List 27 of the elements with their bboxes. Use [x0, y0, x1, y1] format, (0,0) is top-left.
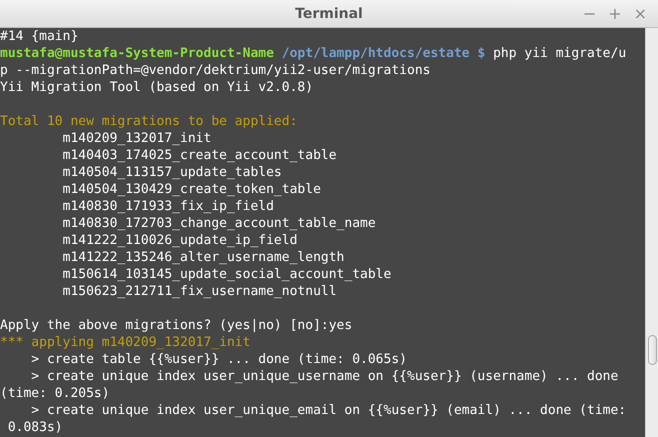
terminal-line: *** applying m140209_132017_init	[0, 335, 250, 350]
terminal-line: m141222_135246_alter_username_length	[62, 250, 344, 265]
scrollbar-thumb[interactable]	[648, 335, 656, 365]
terminal-line: m150623_212711_fix_username_notnull	[62, 284, 337, 299]
terminal-line: mustafa@mustafa-System-Product-Name /opt/lampp/htdocs/estate $ php yii migrate/u	[0, 46, 626, 61]
terminal-line: m141222_110026_update_ip_field	[62, 233, 298, 248]
terminal-line: m140830_172703_change_account_table_name	[62, 216, 376, 231]
terminal-line: p --migrationPath=@vendor/dektrium/yii2-user/migrations	[0, 63, 430, 78]
terminal-line: > create unique index user_unique_email on {{%user}} (email) ... done (time:	[30, 403, 626, 418]
window-control-button[interactable]: −	[580, 5, 600, 23]
terminal-line: m140504_113157_update_tables	[62, 165, 282, 180]
window-control-button[interactable]: ×	[630, 5, 650, 23]
terminal-line: m140504_130429_create_token_table	[62, 182, 321, 197]
window-control-button[interactable]: +	[605, 5, 625, 23]
terminal-line: > create unique index user_unique_username on {{%user}} (username) ... done	[30, 369, 618, 384]
window-title: Terminal	[295, 6, 363, 22]
terminal-line: Yii Migration Tool (based on Yii v2.0.8)	[0, 80, 314, 95]
terminal-line: > create table {{%user}} ... done (time: 0.065s)	[30, 352, 407, 367]
terminal-line: m140209_132017_init	[62, 131, 212, 146]
terminal-line: 0.083s)	[6, 420, 63, 435]
terminal-line: (time: 0.205s)	[0, 386, 110, 401]
terminal-line: m140403_174025_create_account_table	[62, 148, 337, 163]
terminal-line: Total 10 new migrations to be applied:	[0, 114, 298, 129]
terminal-line: m150614_103145_update_social_account_table	[62, 267, 392, 282]
terminal-line: m140830_171933_fix_ip_field	[62, 199, 274, 214]
terminal-line: #14 {main}	[0, 29, 78, 44]
terminal-line: Apply the above migrations? (yes|no) [no]:yes	[0, 318, 352, 333]
